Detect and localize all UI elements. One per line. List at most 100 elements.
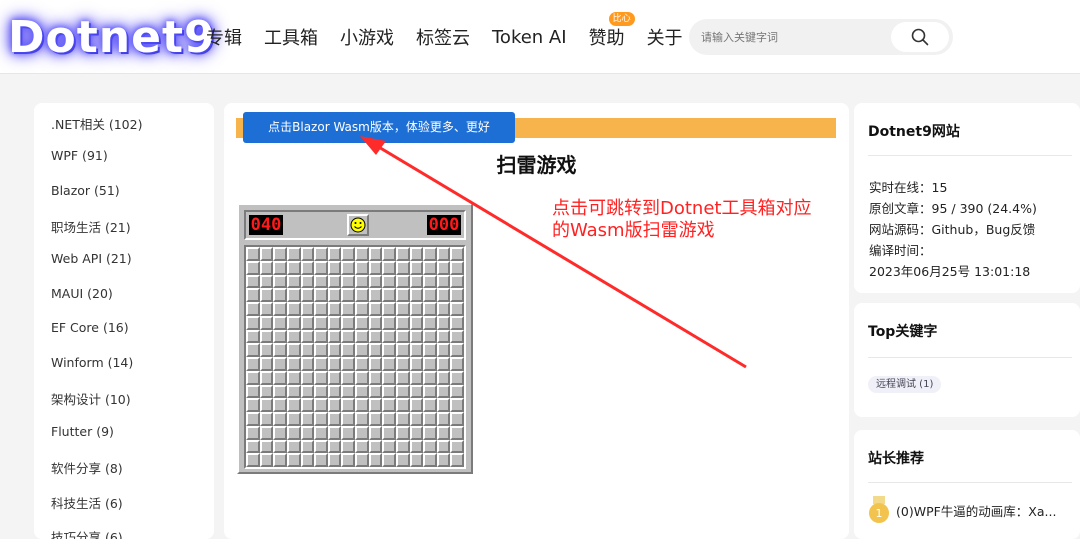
mine-cell[interactable]	[436, 384, 451, 399]
mine-cell[interactable]	[286, 425, 301, 440]
mine-cell[interactable]	[286, 453, 301, 467]
category-item[interactable]: EF Core (16)	[51, 320, 129, 335]
mine-cell[interactable]	[246, 412, 260, 426]
mine-cell[interactable]	[300, 453, 315, 467]
mine-cell[interactable]	[259, 453, 274, 467]
mine-cell[interactable]	[273, 384, 287, 399]
mine-cell[interactable]	[246, 357, 260, 371]
mine-cell[interactable]	[341, 370, 355, 385]
mine-cell[interactable]	[368, 343, 383, 357]
mine-cell[interactable]	[409, 398, 424, 412]
mine-cell[interactable]	[409, 343, 424, 357]
mine-cell[interactable]	[355, 412, 369, 426]
mine-cell[interactable]	[341, 315, 355, 330]
mine-cell[interactable]	[341, 302, 355, 316]
mine-cell[interactable]	[395, 315, 410, 330]
mine-cell[interactable]	[382, 425, 396, 440]
mine-cell[interactable]	[314, 412, 328, 426]
category-item[interactable]: 科技生活 (6)	[51, 493, 123, 512]
mine-cell[interactable]	[450, 370, 464, 385]
category-item[interactable]: Flutter (9)	[51, 424, 114, 439]
mine-cell[interactable]	[314, 302, 328, 316]
mine-cell[interactable]	[395, 357, 410, 371]
mine-cell[interactable]	[341, 329, 355, 344]
category-item[interactable]: MAUI (20)	[51, 286, 113, 301]
mine-cell[interactable]	[409, 315, 424, 330]
mine-cell[interactable]	[382, 357, 396, 371]
mine-cell[interactable]	[450, 260, 464, 275]
mine-cell[interactable]	[355, 247, 369, 261]
mine-cell[interactable]	[327, 288, 342, 302]
mine-cell[interactable]	[314, 453, 328, 467]
mine-cell[interactable]	[450, 384, 464, 399]
mine-cell[interactable]	[395, 384, 410, 399]
mine-cell[interactable]	[259, 260, 274, 275]
mine-cell[interactable]	[423, 288, 437, 302]
keyword-tag[interactable]: 远程调试 (1)	[868, 376, 942, 393]
mine-cell[interactable]	[286, 343, 301, 357]
mine-cell[interactable]	[423, 302, 437, 316]
mine-cell[interactable]	[259, 357, 274, 371]
mine-cell[interactable]	[382, 288, 396, 302]
mine-cell[interactable]	[436, 329, 451, 344]
mine-cell[interactable]	[300, 398, 315, 412]
mine-cell[interactable]	[341, 343, 355, 357]
mine-cell[interactable]	[409, 274, 424, 289]
mine-cell[interactable]	[382, 398, 396, 412]
mine-cell[interactable]	[382, 274, 396, 289]
mine-cell[interactable]	[246, 384, 260, 399]
mine-cell[interactable]	[409, 288, 424, 302]
mine-cell[interactable]	[355, 370, 369, 385]
mine-cell[interactable]	[436, 370, 451, 385]
mine-cell[interactable]	[327, 453, 342, 467]
mine-cell[interactable]	[246, 343, 260, 357]
mine-cell[interactable]	[450, 398, 464, 412]
mine-cell[interactable]	[409, 439, 424, 454]
mine-cell[interactable]	[436, 260, 451, 275]
recommend-item[interactable]: 1 (0)WPF牛逼的动画库：Xa...	[868, 496, 1056, 524]
mine-cell[interactable]	[423, 274, 437, 289]
mine-cell[interactable]	[341, 247, 355, 261]
mine-cell[interactable]	[436, 302, 451, 316]
mine-cell[interactable]	[286, 315, 301, 330]
mine-cell[interactable]	[355, 302, 369, 316]
mine-cell[interactable]	[395, 439, 410, 454]
mine-cell[interactable]	[423, 384, 437, 399]
mine-cell[interactable]	[300, 274, 315, 289]
mine-cell[interactable]	[395, 302, 410, 316]
mine-cell[interactable]	[436, 412, 451, 426]
mine-cell[interactable]	[300, 247, 315, 261]
mine-cell[interactable]	[300, 343, 315, 357]
mine-cell[interactable]	[259, 302, 274, 316]
mine-cell[interactable]	[409, 260, 424, 275]
mine-cell[interactable]	[314, 384, 328, 399]
mine-cell[interactable]	[286, 439, 301, 454]
category-item[interactable]: Winform (14)	[51, 355, 133, 370]
mine-cell[interactable]	[246, 370, 260, 385]
search-button[interactable]	[891, 22, 949, 52]
category-item[interactable]: Web API (21)	[51, 251, 132, 266]
nav-item-about[interactable]: 关于	[647, 24, 683, 50]
mine-cell[interactable]	[355, 384, 369, 399]
mine-cell[interactable]	[395, 453, 410, 467]
nav-item-sponsor[interactable]: 赞助 比心	[589, 12, 635, 50]
nav-item-toolbox[interactable]: 工具箱	[264, 24, 318, 50]
mine-cell[interactable]	[300, 439, 315, 454]
mine-cell[interactable]	[423, 315, 437, 330]
mine-cell[interactable]	[395, 288, 410, 302]
mine-cell[interactable]	[450, 412, 464, 426]
mine-cell[interactable]	[259, 288, 274, 302]
mine-cell[interactable]	[368, 302, 383, 316]
mine-cell[interactable]	[286, 260, 301, 275]
mine-cell[interactable]	[450, 274, 464, 289]
mine-cell[interactable]	[436, 425, 451, 440]
mine-cell[interactable]	[382, 302, 396, 316]
mine-cell[interactable]	[436, 398, 451, 412]
mine-cell[interactable]	[273, 274, 287, 289]
mine-cell[interactable]	[273, 302, 287, 316]
mine-cell[interactable]	[314, 260, 328, 275]
mine-cell[interactable]	[259, 412, 274, 426]
mine-cell[interactable]	[368, 260, 383, 275]
mine-cell[interactable]	[395, 274, 410, 289]
mine-cell[interactable]	[423, 329, 437, 344]
